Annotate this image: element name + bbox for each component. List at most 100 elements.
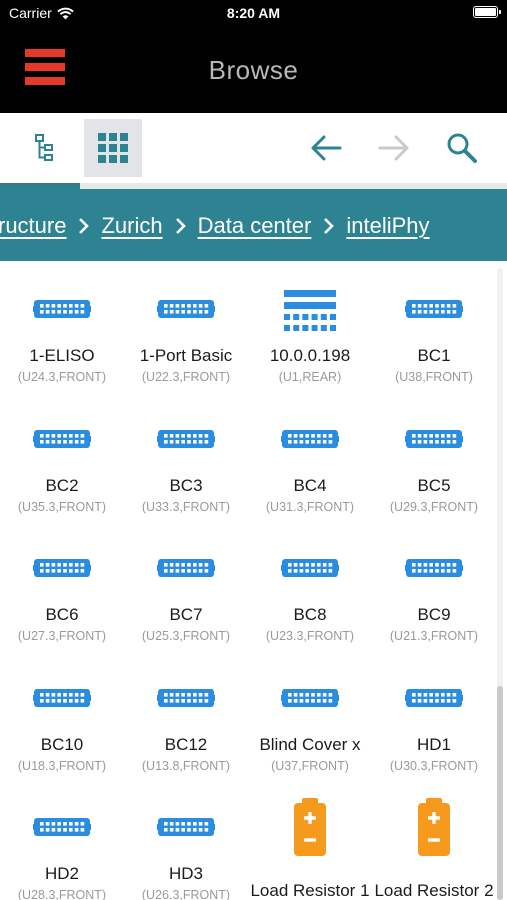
breadcrumb-item-structure[interactable]: ructure bbox=[0, 213, 66, 239]
patch-panel-icon bbox=[0, 278, 124, 340]
grid-item-location: (U30.3,FRONT) bbox=[389, 758, 479, 773]
grid-item[interactable]: HD1 (U30.3,FRONT) bbox=[372, 668, 496, 798]
chevron-right-icon bbox=[78, 217, 90, 235]
grid-item-location: (U31.3,FRONT) bbox=[265, 499, 355, 514]
grid-item-name: BC5 bbox=[417, 475, 451, 495]
patch-panel-icon bbox=[0, 796, 124, 858]
grid-item[interactable]: BC4 (U31.3,FRONT) bbox=[248, 409, 372, 539]
grid-item-name: 10.0.0.198 bbox=[269, 346, 351, 365]
grid-item-name: 1-Port Basic bbox=[139, 346, 233, 365]
scrollbar-thumb[interactable] bbox=[497, 686, 503, 900]
toolbar bbox=[0, 113, 507, 184]
grid-item-name: BC8 bbox=[293, 605, 327, 624]
search-icon bbox=[447, 133, 477, 163]
arrow-left-icon bbox=[311, 135, 342, 161]
breadcrumb: ructure Zurich Data center inteliPhy bbox=[0, 189, 507, 261]
grid-item[interactable]: Load Resistor 1 bbox=[248, 797, 372, 900]
patch-panel-icon bbox=[248, 667, 372, 729]
breadcrumb-trail: ructure Zurich Data center inteliPhy bbox=[0, 213, 430, 239]
patch-panel-icon bbox=[372, 278, 496, 340]
grid-item[interactable]: 10.0.0.198 (U1,REAR) bbox=[248, 279, 372, 409]
breadcrumb-item-zurich[interactable]: Zurich bbox=[101, 213, 162, 239]
grid-item[interactable]: BC9 (U21.3,FRONT) bbox=[372, 538, 496, 668]
grid-item-name: HD3 bbox=[168, 864, 203, 883]
grid-item-location: (U22.3,FRONT) bbox=[141, 370, 231, 384]
grid-item-location: (U24.3,FRONT) bbox=[17, 370, 107, 384]
grid-item-name: Blind Cover x bbox=[259, 734, 361, 754]
grid-item[interactable]: Blind Cover x (U37,FRONT) bbox=[248, 668, 372, 798]
item-grid: 1-ELISO (U24.3,FRONT) 1-Port Basic (U22.3,F… bbox=[0, 261, 497, 900]
grid-item-location: (U25.3,FRONT) bbox=[141, 629, 231, 643]
grid-item-name: BC1 bbox=[417, 346, 451, 365]
grid-item[interactable]: BC3 (U33.3,FRONT) bbox=[124, 409, 248, 539]
patch-panel-icon bbox=[248, 537, 372, 599]
chevron-right-icon bbox=[175, 217, 186, 235]
page-title: Browse bbox=[208, 55, 299, 85]
grid-item[interactable]: BC6 (U27.3,FRONT) bbox=[0, 538, 124, 668]
patch-panel-icon bbox=[124, 667, 248, 729]
grid-item[interactable]: BC8 (U23.3,FRONT) bbox=[248, 538, 372, 668]
grid-item-name: 1-ELISO bbox=[29, 346, 95, 365]
grid-item[interactable]: BC2 (U35.3,FRONT) bbox=[0, 409, 124, 539]
grid-item-location: (U13.8,FRONT) bbox=[141, 758, 231, 773]
battery-icon bbox=[248, 797, 372, 861]
grid-item-name: BC9 bbox=[417, 605, 451, 624]
patch-panel-icon bbox=[124, 537, 248, 599]
tree-view-button[interactable] bbox=[16, 119, 74, 177]
grid-item-name: BC12 bbox=[164, 734, 208, 754]
patch-panel-icon bbox=[124, 278, 248, 340]
grid-item-location: (U26.3,FRONT) bbox=[141, 888, 231, 900]
grid-item[interactable]: 1-ELISO (U24.3,FRONT) bbox=[0, 279, 124, 409]
grid-item-location: (U37,FRONT) bbox=[271, 758, 349, 773]
grid-item[interactable]: BC12 (U13.8,FRONT) bbox=[124, 668, 248, 798]
grid-item-location: (U33.3,FRONT) bbox=[141, 499, 231, 514]
grid-item-location: (U28.3,FRONT) bbox=[17, 888, 107, 900]
patch-panel-icon bbox=[372, 537, 496, 599]
grid-item[interactable]: BC1 (U38,FRONT) bbox=[372, 279, 496, 409]
search-button[interactable] bbox=[433, 119, 491, 177]
grid-item[interactable]: BC10 (U18.3,FRONT) bbox=[0, 668, 124, 798]
grid-item-name: BC4 bbox=[293, 475, 327, 495]
grid-item-name: HD1 bbox=[416, 734, 451, 754]
breadcrumb-item-data-center[interactable]: Data center bbox=[198, 213, 312, 239]
battery-icon bbox=[372, 797, 496, 861]
grid-item-location: (U18.3,FRONT) bbox=[17, 758, 107, 773]
patch-panel-icon bbox=[124, 796, 248, 858]
tree-icon bbox=[35, 134, 53, 161]
grid-item-name: BC3 bbox=[169, 475, 203, 495]
grid-item-name: BC10 bbox=[40, 734, 84, 754]
breadcrumb-item-inteliphy[interactable]: inteliPhy bbox=[346, 213, 429, 239]
grid-item[interactable]: 1-Port Basic (U22.3,FRONT) bbox=[124, 279, 248, 409]
patch-panel-icon bbox=[372, 408, 496, 470]
patch-panel-icon bbox=[372, 667, 496, 729]
grid-item-name: BC7 bbox=[169, 605, 203, 624]
battery-icon bbox=[473, 6, 501, 18]
grid-item-location: (U27.3,FRONT) bbox=[17, 629, 107, 643]
grid-item[interactable]: HD2 (U28.3,FRONT) bbox=[0, 797, 124, 900]
status-time: 8:20 AM bbox=[226, 5, 281, 21]
patch-panel-icon bbox=[0, 667, 124, 729]
grid-item-location: (U23.3,FRONT) bbox=[265, 629, 355, 643]
grid-item[interactable]: BC7 (U25.3,FRONT) bbox=[124, 538, 248, 668]
grid-item-name: BC2 bbox=[45, 475, 79, 495]
grid-item-location: (U21.3,FRONT) bbox=[389, 629, 479, 643]
grid-icon bbox=[98, 133, 128, 163]
chevron-right-icon bbox=[323, 217, 335, 235]
patch-panel-icon bbox=[0, 408, 124, 470]
grid-item[interactable]: BC5 (U29.3,FRONT) bbox=[372, 409, 496, 539]
grid-item-location: (U38,FRONT) bbox=[395, 370, 473, 384]
grid-item-location: (U1,REAR) bbox=[278, 370, 342, 384]
patch-panel-icon bbox=[124, 408, 248, 470]
patch-panel-icon bbox=[248, 408, 372, 470]
switch-icon bbox=[248, 281, 372, 343]
grid-item-name: Load Resistor 2 bbox=[374, 881, 494, 900]
back-button[interactable] bbox=[297, 119, 355, 177]
forward-button[interactable] bbox=[365, 119, 423, 177]
arrow-right-icon bbox=[378, 135, 409, 161]
grid-view-button[interactable] bbox=[84, 119, 142, 177]
grid-item-location: (U35.3,FRONT) bbox=[17, 499, 107, 514]
grid-item-name: Load Resistor 1 bbox=[250, 881, 370, 900]
grid-item[interactable]: HD3 (U26.3,FRONT) bbox=[124, 797, 248, 900]
grid-item-name: BC6 bbox=[45, 605, 79, 624]
grid-item[interactable]: Load Resistor 2 bbox=[372, 797, 496, 900]
